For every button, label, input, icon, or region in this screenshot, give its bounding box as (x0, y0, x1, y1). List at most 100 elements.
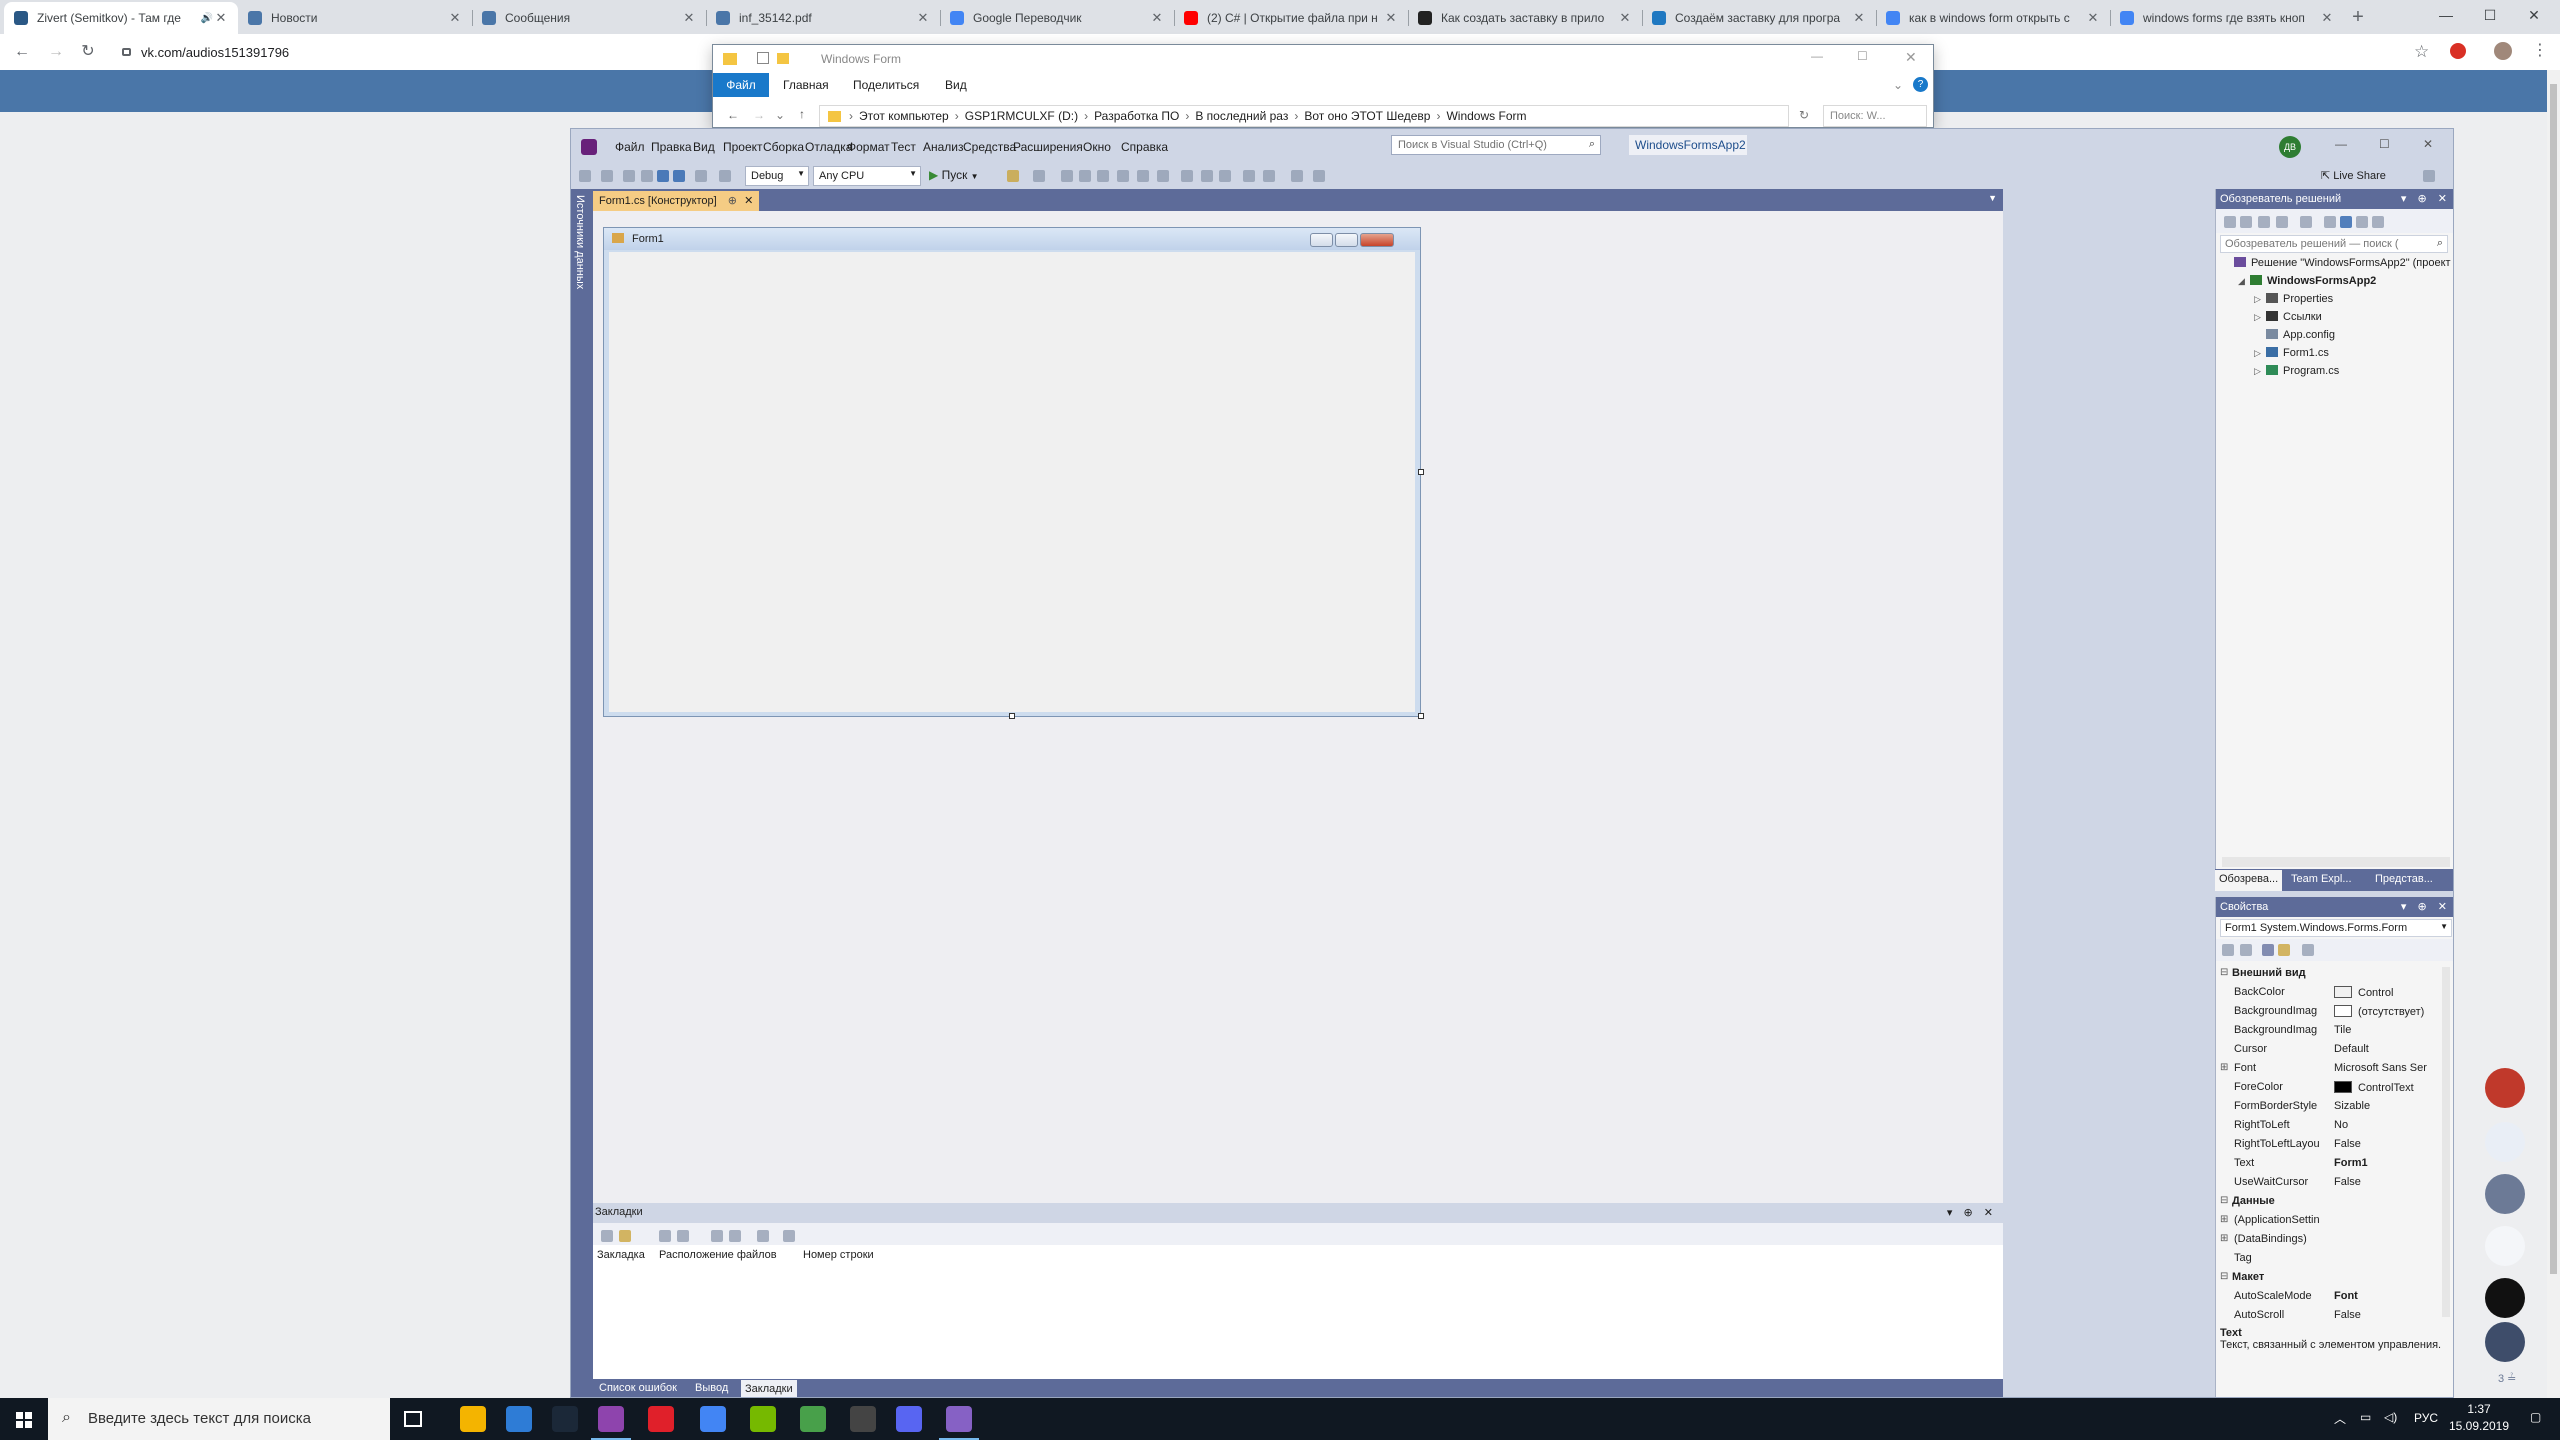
property-row[interactable]: Cursor Default (2216, 1043, 2438, 1062)
taskbar-app-icon[interactable] (460, 1406, 486, 1432)
align-icon[interactable] (1033, 170, 1045, 182)
expand-toggle-icon[interactable]: ⊞ (2220, 1062, 2228, 1073)
forward-arrow-icon[interactable]: → (753, 108, 765, 122)
side-button-5[interactable] (2485, 1278, 2525, 1318)
user-avatar[interactable]: ДВ (2279, 136, 2301, 158)
property-row[interactable]: ⊞ (DataBindings) (2216, 1233, 2438, 1252)
side-button-1[interactable] (2485, 1068, 2525, 1108)
side-button-6[interactable] (2485, 1322, 2525, 1362)
folder-icon[interactable] (777, 53, 789, 64)
menu-item[interactable]: Анализ (923, 140, 964, 154)
property-row[interactable]: ⊞ (ApplicationSettin (2216, 1214, 2438, 1233)
taskbar-app-icon[interactable] (800, 1406, 826, 1432)
menu-item[interactable]: Средства (963, 140, 1016, 154)
designed-form[interactable]: Form1 (603, 227, 1421, 717)
property-row[interactable]: RightToLeftLayou False (2216, 1138, 2438, 1157)
nav-back-icon[interactable] (579, 170, 591, 182)
align-icon[interactable] (1097, 170, 1109, 182)
taskbar-app-icon[interactable] (552, 1406, 578, 1432)
tab-error-list[interactable]: Список ошибок (595, 1382, 681, 1394)
object-selector[interactable]: Form1 System.Windows.Forms.Form ▼ (2220, 919, 2452, 937)
menu-item[interactable]: Расширения (1013, 140, 1083, 154)
property-value[interactable]: False (2332, 1176, 2438, 1188)
solution-tree-item[interactable]: Решение "WindowsFormsApp2" (проект (2222, 257, 2451, 269)
windows-start-icon[interactable] (16, 1412, 32, 1428)
property-value[interactable]: False (2332, 1309, 2438, 1321)
property-row[interactable]: UseWaitCursor False (2216, 1176, 2438, 1195)
side-button-3[interactable] (2485, 1174, 2525, 1214)
feedback-icon[interactable] (2423, 170, 2435, 182)
close-tab-icon[interactable]: ✕ (1852, 10, 1866, 26)
path-segment[interactable]: Windows Form (1446, 109, 1526, 123)
save-all-icon[interactable] (673, 170, 685, 182)
property-value[interactable]: Tile (2332, 1024, 2438, 1036)
explorer-address[interactable]: › Этот компьютер › GSP1RMCULXF (D:) › Разр… (819, 105, 1789, 127)
reload-button[interactable]: ↻ (76, 40, 100, 64)
next-icon[interactable] (677, 1230, 689, 1242)
taskbar-app-icon[interactable] (946, 1406, 972, 1432)
toggle-icon[interactable] (757, 1230, 769, 1242)
config-select[interactable]: Debug ▼ (745, 166, 809, 186)
close-tab-icon[interactable]: ✕ (682, 10, 696, 26)
expand-toggle-icon[interactable]: ⊞ (2220, 1233, 2228, 1244)
align-icon[interactable] (1137, 170, 1149, 182)
property-value[interactable]: Control (2332, 986, 2438, 999)
menu-item[interactable]: Файл (615, 140, 645, 154)
back-button[interactable]: ← (10, 40, 34, 64)
path-segment[interactable]: GSP1RMCULXF (D:) (965, 109, 1078, 123)
align-icon[interactable] (1157, 170, 1169, 182)
close-tab-icon[interactable]: ✕ (916, 10, 930, 26)
menu-item[interactable]: Тест (891, 140, 916, 154)
path-segment[interactable]: Вот оно ЭТОТ Шедевр (1304, 109, 1430, 123)
property-value[interactable]: Font (2332, 1290, 2438, 1302)
expand-toggle-icon[interactable]: ⊟ (2220, 1195, 2228, 1206)
help-icon[interactable]: ? (1913, 77, 1928, 92)
explorer-minimize[interactable]: — (1811, 49, 1823, 63)
browser-tab[interactable]: Zivert (Semitkov) - Там где 🔊 ✕ (4, 2, 238, 34)
property-row[interactable]: ForeColor ControlText (2216, 1081, 2438, 1100)
run-button[interactable]: ▶ Пуск ▼ (929, 168, 979, 182)
path-segment[interactable]: Этот компьютер (859, 109, 949, 123)
new-tab-button[interactable]: + (2346, 6, 2370, 30)
browser-tab[interactable]: как в windows form открыть с ✕ (1876, 2, 2110, 34)
extension-icon[interactable] (2450, 43, 2466, 59)
expand-toggle-icon[interactable]: ▷ (2254, 294, 2266, 305)
expand-toggle-icon[interactable]: ▷ (2254, 312, 2266, 323)
property-row[interactable]: Tag (2216, 1252, 2438, 1271)
spacing-icon[interactable] (1243, 170, 1255, 182)
browser-tab[interactable]: (2) C# | Открытие файла при н ✕ (1174, 2, 1408, 34)
close-tab-icon[interactable]: ✕ (2320, 10, 2334, 26)
menu-item[interactable]: Правка (651, 140, 692, 154)
forward-icon[interactable] (2240, 216, 2252, 228)
taskbar-app-icon[interactable] (750, 1406, 776, 1432)
events-icon[interactable] (2278, 944, 2290, 956)
taskbar-app-icon[interactable] (598, 1406, 624, 1432)
browser-tab[interactable]: Новости ✕ (238, 2, 472, 34)
alphabetical-icon[interactable] (2240, 944, 2252, 956)
chevron-up-icon[interactable]: ︿ (2334, 1410, 2346, 1427)
categorized-icon[interactable] (2222, 944, 2234, 956)
size-icon[interactable] (1219, 170, 1231, 182)
close-tab-icon[interactable]: ✕ (1150, 10, 1164, 26)
expand-toggle-icon[interactable]: ⊟ (2220, 1271, 2228, 1282)
refresh-icon[interactable] (2340, 216, 2352, 228)
path-segment[interactable]: Разработка ПО (1094, 109, 1179, 123)
menu-item[interactable]: Сборка (763, 140, 804, 154)
browser-tab[interactable]: windows forms где взять кноп ✕ (2110, 2, 2344, 34)
side-button-2[interactable] (2485, 1122, 2525, 1162)
clock-date[interactable]: 15.09.2019 (2442, 1419, 2516, 1433)
close-tab-icon[interactable]: ✕ (2086, 10, 2100, 26)
ribbon-tab-view[interactable]: Вид (945, 78, 967, 92)
clock-time[interactable]: 1:37 (2454, 1402, 2504, 1416)
new-project-icon[interactable] (623, 170, 635, 182)
property-row[interactable]: BackgroundImag (отсутствует) (2216, 1005, 2438, 1024)
resize-handle[interactable] (1418, 469, 1424, 475)
page-scrollbar[interactable] (2547, 70, 2560, 1398)
vs-close[interactable]: ✕ (2423, 137, 2433, 151)
menu-item[interactable]: Отладка (805, 140, 852, 154)
ribbon-tab-file[interactable]: Файл (713, 73, 769, 97)
menu-icon[interactable]: ⋮ (2532, 40, 2548, 60)
designed-form-client[interactable] (609, 252, 1415, 712)
delete-icon[interactable] (783, 1230, 795, 1242)
properties-icon[interactable] (2262, 944, 2274, 956)
